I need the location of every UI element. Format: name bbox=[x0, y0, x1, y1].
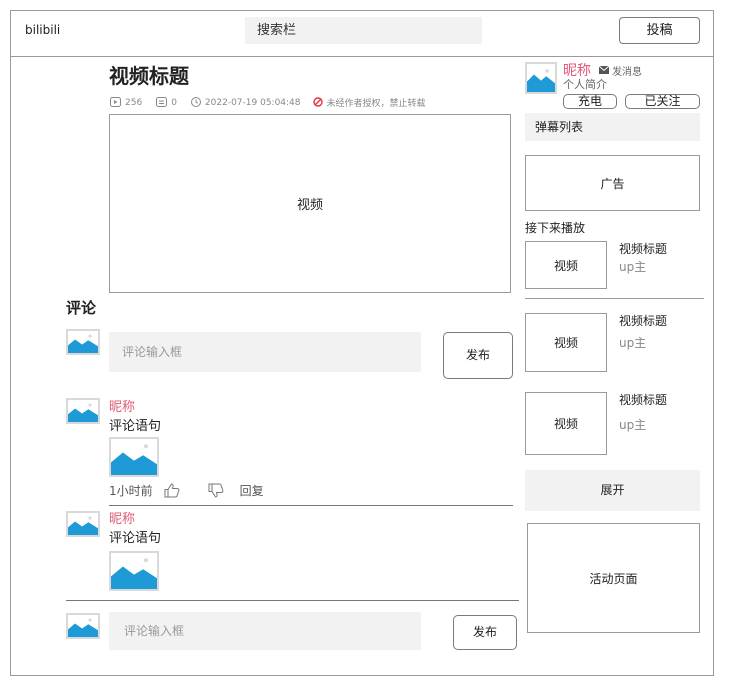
comment-image[interactable] bbox=[109, 437, 159, 477]
next-video-uploader[interactable]: up主 bbox=[619, 416, 646, 433]
play-count: 256 bbox=[125, 97, 143, 108]
site-logo[interactable]: bilibili bbox=[25, 23, 60, 37]
video-player-label: 视频 bbox=[296, 198, 323, 213]
next-video-thumbnail[interactable]: 视频 bbox=[525, 313, 607, 372]
reply-button[interactable]: 回复 bbox=[240, 482, 264, 499]
next-video-title[interactable]: 视频标题 bbox=[619, 391, 667, 408]
comments-heading: 评论 bbox=[66, 299, 97, 317]
copyright-notice: 未经作者授权，禁止转载 bbox=[326, 99, 426, 109]
video-title: 视频标题 bbox=[109, 64, 189, 88]
comment-input[interactable]: 评论输入框 bbox=[109, 332, 421, 372]
up-next-divider bbox=[525, 298, 704, 299]
no-repost-icon bbox=[312, 97, 323, 108]
uploader-bio: 个人简介 bbox=[563, 78, 607, 91]
comment-image[interactable] bbox=[109, 551, 159, 591]
comment-divider bbox=[109, 505, 513, 506]
like-icon[interactable] bbox=[164, 483, 180, 498]
ad-banner[interactable]: 广告 bbox=[525, 155, 700, 211]
video-player[interactable]: 视频 bbox=[109, 114, 511, 293]
ad-label: 广告 bbox=[600, 176, 625, 191]
next-video-thumb-label: 视频 bbox=[553, 336, 578, 350]
search-input[interactable]: 搜索栏 bbox=[245, 17, 482, 44]
dislike-icon[interactable] bbox=[208, 483, 224, 498]
commenter-avatar[interactable] bbox=[66, 398, 100, 424]
next-video-title[interactable]: 视频标题 bbox=[619, 312, 667, 329]
comment-time: 1小时前 bbox=[109, 484, 153, 498]
danmaku-count: 0 bbox=[171, 97, 177, 108]
video-meta: 256 0 2022-07-19 05:04:48 未经作者授权，禁止转载 bbox=[110, 96, 426, 109]
next-video-uploader[interactable]: up主 bbox=[619, 258, 646, 275]
my-avatar bbox=[66, 329, 100, 355]
send-message-label: 发消息 bbox=[612, 67, 642, 78]
next-video-uploader[interactable]: up主 bbox=[619, 334, 646, 351]
up-next-heading: 接下来播放 bbox=[525, 221, 586, 235]
uploader-avatar[interactable] bbox=[525, 62, 557, 94]
commenter-nickname[interactable]: 昵称 bbox=[109, 396, 135, 415]
commenter-avatar[interactable] bbox=[66, 511, 100, 537]
bottom-publish-button[interactable]: 发布 bbox=[453, 615, 517, 650]
my-avatar bbox=[66, 613, 100, 639]
activity-page-label: 活动页面 bbox=[589, 571, 638, 586]
mail-icon bbox=[599, 65, 609, 76]
next-video-thumb-label: 视频 bbox=[553, 258, 578, 273]
publish-datetime: 2022-07-19 05:04:48 bbox=[204, 97, 301, 108]
danmaku-count-icon bbox=[156, 97, 168, 108]
bottom-comment-input[interactable]: 评论输入框 bbox=[109, 612, 421, 650]
danmaku-list[interactable]: 弹幕列表 bbox=[525, 113, 700, 141]
next-video-title[interactable]: 视频标题 bbox=[619, 240, 667, 257]
header-divider bbox=[10, 56, 714, 57]
follow-button[interactable]: 已关注 bbox=[625, 94, 700, 109]
comment-text: 评论语句 bbox=[109, 531, 162, 546]
charge-button[interactable]: 充电 bbox=[563, 94, 617, 109]
expand-button[interactable]: 展开 bbox=[525, 470, 700, 511]
comment-actions: 1小时前 回复 bbox=[109, 482, 264, 499]
play-count-icon bbox=[110, 97, 121, 108]
bottom-divider bbox=[66, 600, 519, 601]
clock-icon bbox=[190, 97, 201, 108]
next-video-thumbnail[interactable]: 视频 bbox=[525, 241, 607, 289]
activity-page-banner[interactable]: 活动页面 bbox=[527, 523, 700, 633]
comment-text: 评论语句 bbox=[109, 419, 162, 434]
next-video-thumb-label: 视频 bbox=[553, 417, 578, 431]
publish-button[interactable]: 发布 bbox=[443, 332, 513, 379]
upload-button[interactable]: 投稿 bbox=[619, 17, 700, 44]
next-video-thumbnail[interactable]: 视频 bbox=[525, 392, 607, 455]
commenter-nickname[interactable]: 昵称 bbox=[109, 508, 135, 527]
